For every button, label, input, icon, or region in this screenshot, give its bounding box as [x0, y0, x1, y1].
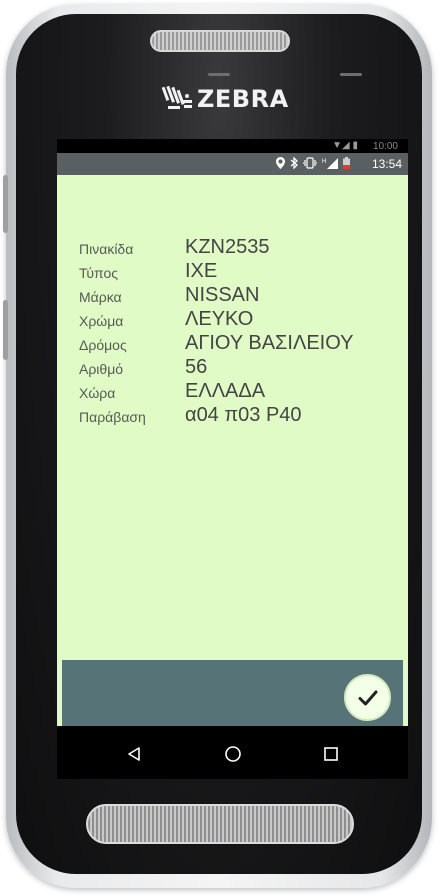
make-label: Μάρκα	[79, 289, 122, 305]
status-bar: H 13:54	[57, 153, 408, 175]
number-value: 56	[185, 356, 208, 378]
make-value: NISSAN	[185, 284, 260, 306]
color-label: Χρώμα	[79, 313, 124, 329]
back-button[interactable]	[114, 737, 154, 771]
svg-text:H: H	[322, 159, 326, 165]
field-row-violation: Παράβαση α04 π03 Ρ40	[57, 403, 408, 427]
home-button[interactable]	[213, 737, 253, 771]
field-row-country: Χώρα ΕΛΛΑΔΑ	[57, 379, 408, 403]
navigation-bar	[57, 729, 408, 779]
battery-low-icon	[343, 157, 350, 169]
recents-icon	[324, 747, 338, 761]
vibrate-icon	[303, 157, 317, 169]
number-label: Αριθμό	[79, 361, 124, 377]
signal-icon: H	[322, 158, 338, 169]
bottom-speaker-grille	[86, 804, 354, 844]
type-value: IXE	[185, 260, 218, 282]
country-value: ΕΛΛΑΔΑ	[185, 380, 266, 402]
field-row-color: Χρώμα ΛΕΥΚΟ	[57, 307, 408, 331]
type-label: Τύπος	[79, 265, 118, 281]
confirm-button[interactable]	[344, 674, 391, 721]
device-screen: ▼◢ ▮ 10:00 H 13:54 Πινακίδα KZN2535 Τύπο…	[57, 139, 408, 779]
ghost-clock: 10:00	[372, 141, 398, 152]
plate-label: Πινακίδα	[79, 241, 134, 257]
field-row-make: Μάρκα NISSAN	[57, 283, 408, 307]
field-row-street: Δρόμος ΑΓΙΟΥ ΒΑΣΙΛΕΙΟΥ	[57, 331, 408, 355]
background-status-strip: ▼◢ ▮ 10:00	[57, 139, 408, 153]
action-bar	[62, 660, 403, 726]
action-panel	[57, 657, 408, 726]
home-icon	[225, 746, 241, 762]
light-sensor	[340, 73, 362, 76]
country-label: Χώρα	[79, 385, 116, 401]
violation-label: Παράβαση	[79, 409, 146, 425]
side-button-upper	[3, 175, 8, 233]
zebra-head-icon	[161, 85, 192, 109]
plate-value: KZN2535	[185, 236, 270, 258]
top-speaker-grille	[150, 30, 290, 52]
record-details-panel: Πινακίδα KZN2535 Τύπος IXE Μάρκα NISSAN …	[57, 175, 408, 657]
status-icons: H	[276, 157, 350, 169]
violation-value: α04 π03 Ρ40	[185, 404, 302, 426]
location-icon	[276, 157, 285, 169]
recents-button[interactable]	[311, 737, 351, 771]
color-value: ΛΕΥΚΟ	[185, 308, 254, 330]
ghost-signal-icons: ▼◢ ▮	[332, 140, 358, 151]
street-label: Δρόμος	[79, 337, 127, 353]
brand-logo: ZEBRA	[160, 82, 289, 116]
field-row-type: Τύπος IXE	[57, 259, 408, 283]
bluetooth-icon	[290, 157, 298, 169]
status-clock: 13:54	[371, 157, 402, 171]
back-icon	[128, 747, 140, 761]
proximity-sensor	[208, 73, 230, 76]
side-button-lower	[3, 300, 8, 360]
brand-name: ZEBRA	[197, 85, 289, 113]
checkmark-icon	[358, 690, 377, 705]
field-row-plate: Πινακίδα KZN2535	[57, 235, 408, 259]
street-value: ΑΓΙΟΥ ΒΑΣΙΛΕΙΟΥ	[185, 332, 354, 354]
field-row-number: Αριθμό 56	[57, 355, 408, 379]
